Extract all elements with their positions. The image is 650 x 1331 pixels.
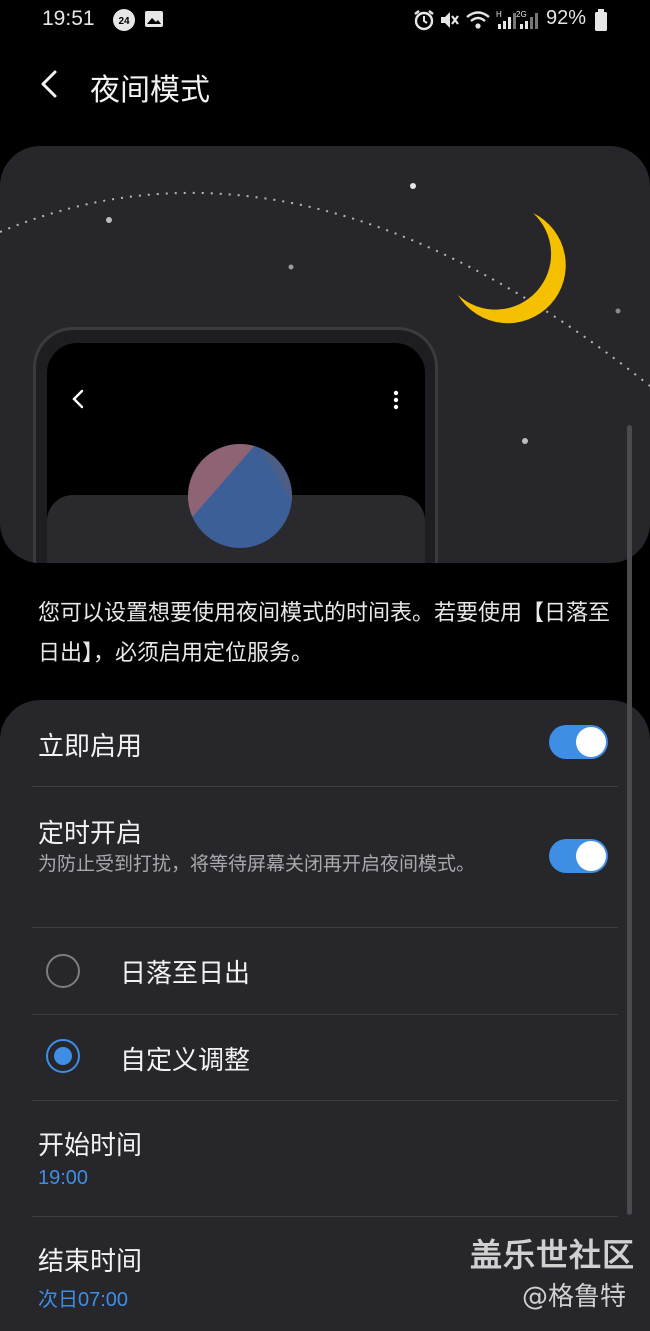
signal-2g-icon: 2G bbox=[516, 9, 540, 35]
status-time: 19:51 bbox=[42, 7, 95, 30]
alarm-icon bbox=[413, 9, 435, 35]
phone-more-icon bbox=[393, 390, 399, 410]
phone-screen bbox=[47, 343, 425, 563]
end-time-label: 结束时间 bbox=[38, 1247, 143, 1277]
svg-text:2G: 2G bbox=[516, 10, 527, 19]
end-time-value: 次日07:00 bbox=[38, 1289, 129, 1311]
option-custom[interactable]: 自定义调整 bbox=[0, 1015, 650, 1101]
wifi-icon bbox=[465, 9, 491, 35]
mute-icon bbox=[438, 9, 460, 35]
option-label: 日落至日出 bbox=[120, 959, 251, 989]
enable-now-row[interactable]: 立即启用 bbox=[0, 700, 650, 786]
watermark-author: @格鲁特 bbox=[522, 1282, 627, 1312]
scrollbar[interactable] bbox=[627, 425, 632, 1215]
battery-percentage: 92% bbox=[546, 7, 587, 29]
night-mode-illustration bbox=[0, 146, 650, 563]
radio-sunset-sunrise[interactable] bbox=[46, 954, 80, 988]
start-time-row[interactable]: 开始时间 19:00 bbox=[0, 1101, 650, 1216]
star-icon bbox=[106, 217, 112, 223]
option-label: 自定义调整 bbox=[120, 1046, 251, 1076]
option-sunset-sunrise[interactable]: 日落至日出 bbox=[0, 928, 650, 1014]
star-icon bbox=[615, 308, 621, 314]
signal-h-icon: H bbox=[494, 9, 516, 35]
watermark-community: 盖乐世社区 bbox=[470, 1236, 636, 1274]
start-time-label: 开始时间 bbox=[38, 1131, 143, 1161]
star-icon bbox=[410, 183, 416, 189]
phone-back-icon bbox=[72, 389, 84, 409]
switch-knob bbox=[576, 841, 606, 871]
svg-text:H: H bbox=[496, 10, 502, 19]
start-time-value: 19:00 bbox=[38, 1167, 89, 1189]
scheduled-label: 定时开启 bbox=[38, 819, 143, 849]
scheduled-row[interactable]: 定时开启 为防止受到打扰，将等待屏幕关闭再开启夜间模式。 bbox=[0, 787, 650, 927]
description-text: 您可以设置想要使用夜间模式的时间表。若要使用【日落至日出】，必须启用定位服务。 bbox=[38, 601, 611, 666]
battery-icon bbox=[595, 9, 607, 35]
phone-mockup bbox=[33, 327, 438, 563]
24h-badge-icon: 24 bbox=[112, 8, 136, 36]
enable-now-label: 立即启用 bbox=[38, 732, 143, 762]
scheduled-switch[interactable] bbox=[549, 839, 608, 873]
enable-now-switch[interactable] bbox=[549, 725, 608, 759]
status-bar: 19:51 24 H 2G 92% bbox=[0, 0, 650, 40]
radio-selected-dot bbox=[54, 1047, 72, 1065]
switch-knob bbox=[576, 727, 606, 757]
profile-circle-icon bbox=[188, 444, 292, 548]
radio-custom[interactable] bbox=[46, 1039, 80, 1073]
page-title: 夜间模式 bbox=[90, 73, 210, 108]
star-icon bbox=[522, 438, 528, 444]
gallery-icon bbox=[144, 9, 164, 33]
star-icon bbox=[288, 264, 294, 270]
moon-icon bbox=[458, 213, 566, 324]
svg-text:24: 24 bbox=[118, 16, 130, 27]
back-button[interactable] bbox=[30, 64, 70, 104]
back-arrow-icon bbox=[41, 70, 57, 98]
app-bar: 夜间模式 bbox=[0, 50, 650, 120]
scheduled-subtitle: 为防止受到打扰，将等待屏幕关闭再开启夜间模式。 bbox=[38, 853, 476, 875]
